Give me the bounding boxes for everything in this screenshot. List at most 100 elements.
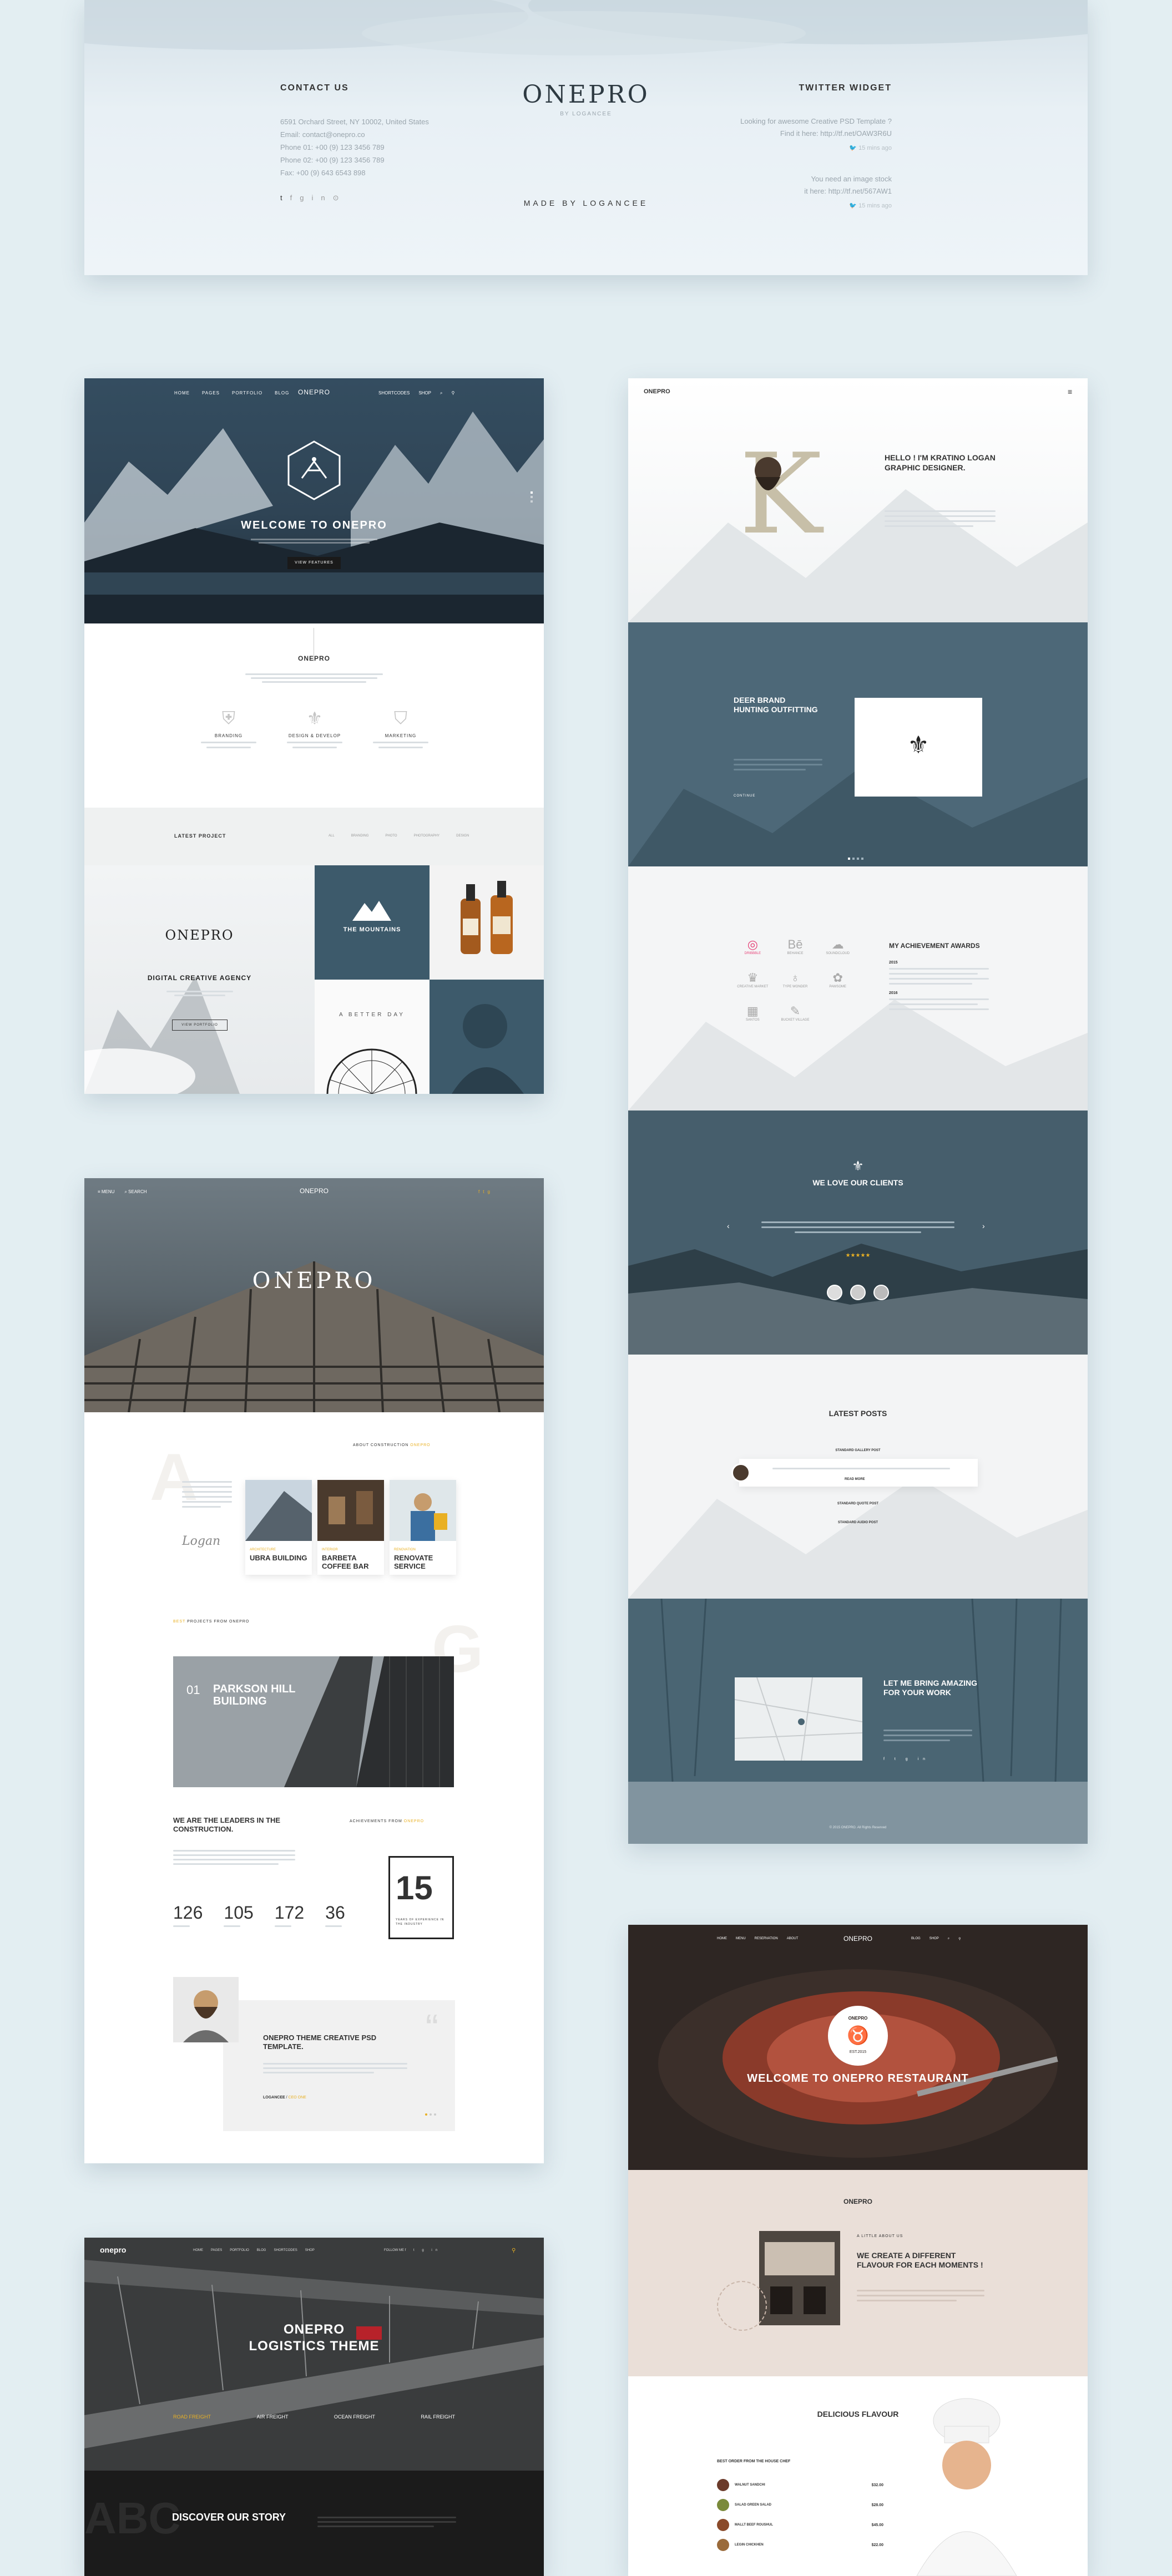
menu-item[interactable]: WALNUT SANDCHI $32.00 (717, 2475, 883, 2495)
tweet-2-link[interactable]: it here: http://tf.net/567AW1 (670, 185, 892, 197)
menu-label[interactable]: MENU (102, 1189, 115, 1194)
client-avatar[interactable] (850, 1285, 866, 1300)
nav-menu[interactable]: MENU (736, 1937, 746, 1940)
next-arrow-icon[interactable]: › (982, 1221, 985, 1230)
filter-photography[interactable]: PHOTOGRAPHY (414, 834, 440, 838)
award-dribbble[interactable]: ◎ DRIBBBLE (731, 937, 774, 955)
restaurant-interior-image[interactable] (759, 2231, 840, 2325)
award-bucket-village[interactable]: ✎ BUCKET VILLAGE (774, 1004, 817, 1022)
nav-shop[interactable]: SHOP (418, 391, 431, 396)
dot[interactable] (852, 858, 855, 860)
cart-icon[interactable]: ⚲ (958, 1937, 961, 1941)
slider-dot[interactable] (531, 491, 533, 494)
feature-marketing[interactable]: ⛉ MARKETING (367, 708, 434, 751)
featured-project[interactable]: 01 PARKSON HILL BUILDING (173, 1656, 454, 1787)
dot[interactable] (425, 2113, 427, 2116)
bottles-tile[interactable] (430, 865, 544, 980)
award-behance[interactable]: Bē BEHANCE (774, 937, 817, 955)
facebook-icon[interactable]: f (478, 1189, 483, 1194)
nav-shortcodes[interactable]: SHORTCODES (274, 2249, 297, 2252)
feature-design[interactable]: ⚜ DESIGN & DEVELOP (281, 708, 348, 751)
contact-email[interactable]: Email: contact@onepro.co (280, 128, 502, 141)
post-card-highlight[interactable]: READ MORE (731, 1459, 978, 1487)
nav-shortcodes[interactable]: SHORTCODES (378, 391, 410, 396)
nav-pages[interactable]: PAGES (202, 391, 220, 395)
search-icon[interactable]: ⌕ (948, 1937, 949, 1941)
dot[interactable] (857, 858, 859, 860)
filter-branding[interactable]: BRANDING (351, 834, 369, 838)
search-icon[interactable]: ⌕ (440, 391, 442, 396)
deer-brand-image[interactable]: ⚜ (855, 698, 982, 797)
deer-link[interactable]: CONTINUE (734, 794, 755, 798)
portrait-tile[interactable] (430, 980, 544, 1094)
filter-design[interactable]: DESIGN (456, 834, 469, 838)
nav-pages[interactable]: PAGES (211, 2249, 222, 2252)
cart-icon[interactable]: ⚲ (512, 2248, 516, 2254)
dot[interactable] (434, 2113, 436, 2116)
facebook-icon[interactable]: f (290, 194, 300, 202)
home-hero-button[interactable]: VIEW FEATURES (287, 557, 341, 569)
menu-icon[interactable]: ≡ (98, 1189, 102, 1194)
logistics-logo[interactable]: onepro (100, 2245, 126, 2254)
slider-dot[interactable] (531, 496, 533, 498)
nav-shop[interactable]: SHOP (305, 2249, 315, 2252)
read-more-link[interactable]: READ MORE (845, 1478, 865, 1481)
restaurant-logo[interactable]: ONEPRO (830, 1935, 886, 1943)
cart-icon[interactable]: ⚲ (451, 391, 454, 396)
filter-all[interactable]: ALL (329, 834, 335, 838)
nav-portfolio[interactable]: PORTFOLIO (232, 391, 262, 395)
post-2-title[interactable]: STANDARD QUOTE POST (628, 1502, 1088, 1505)
award-type-wonder[interactable]: ♁ TYPE WONDER (774, 971, 817, 988)
nav-portfolio[interactable]: PORTFOLIO (230, 2249, 249, 2252)
nav-blog[interactable]: BLOG (911, 1937, 921, 1941)
nav-blog[interactable]: BLOG (257, 2249, 266, 2252)
filter-photo[interactable]: PHOTO (385, 834, 397, 838)
mountains-tile[interactable]: THE MOUNTAINS (315, 865, 430, 980)
nav-home[interactable]: HOME (193, 2249, 203, 2252)
dot[interactable] (848, 858, 850, 860)
nav-reservation[interactable]: RESERVATION (755, 1937, 778, 1940)
menu-item[interactable]: LEGIN CHICKHEN $22.00 (717, 2535, 883, 2555)
agency-tile[interactable]: ONEPRO DIGITAL CREATIVE AGENCY VIEW PORT… (84, 865, 315, 1094)
service-road[interactable]: ROAD FREIGHT (173, 2414, 211, 2420)
project-card-renovate[interactable]: RENOVATION RENOVATE SERVICE (390, 1480, 456, 1575)
arch-logo[interactable]: ONEPRO (286, 1187, 342, 1195)
nav-home[interactable]: HOME (174, 391, 190, 395)
menu-item[interactable]: MALLT BEEF ROUSHUL $45.00 (717, 2515, 883, 2535)
award-soundcloud[interactable]: ☁ SOUNDCLOUD (816, 937, 859, 955)
award-creative-market[interactable]: ♛ CREATIVE MARKET (731, 971, 774, 988)
feature-branding[interactable]: ⛨ BRANDING (195, 708, 262, 751)
slider-dot[interactable] (531, 500, 533, 503)
footer-logo[interactable]: ONEPRO (475, 80, 697, 109)
award-pawsome[interactable]: ✿ PAWSOME (816, 971, 859, 988)
linkedin-icon[interactable]: in (311, 194, 332, 202)
nav-home[interactable]: HOME (717, 1937, 727, 1940)
client-avatar[interactable] (873, 1285, 889, 1300)
twitter-icon[interactable]: t (280, 194, 290, 202)
client-avatar[interactable] (827, 1285, 842, 1300)
home-logo[interactable]: ONEPRO (286, 388, 342, 396)
dot[interactable] (861, 858, 863, 860)
project-card-barbeta[interactable]: INTERIOR BARBETA COFFEE BAR (317, 1480, 384, 1575)
service-air[interactable]: AIR FREIGHT (256, 2414, 288, 2420)
service-ocean[interactable]: OCEAN FREIGHT (334, 2414, 375, 2420)
nav-about[interactable]: ABOUT (787, 1937, 799, 1940)
service-rail[interactable]: RAIL FREIGHT (421, 2414, 455, 2420)
google-icon[interactable]: g (487, 1189, 493, 1194)
tweet-1-link[interactable]: Find it here: http://tf.net/OAW3R6U (670, 128, 892, 140)
project-card-ubra[interactable]: ARCHITECTURE UBRA BUILDING (245, 1480, 312, 1575)
better-day-tile[interactable]: A BETTER DAY (315, 980, 430, 1094)
hamburger-icon[interactable]: ≡ (1068, 387, 1072, 396)
resume-logo[interactable]: ONEPRO (644, 388, 670, 395)
dot[interactable] (430, 2113, 432, 2116)
nav-shop[interactable]: SHOP (929, 1937, 939, 1941)
post-3-title[interactable]: STANDARD AUDIO POST (628, 1521, 1088, 1524)
social-icons[interactable]: f t g in (405, 2249, 441, 2252)
search-label[interactable]: SEARCH (128, 1189, 146, 1194)
post-1-title[interactable]: STANDARD GALLERY POST (628, 1449, 1088, 1452)
google-plus-icon[interactable]: g (300, 194, 311, 202)
award-santos[interactable]: ▦ SANTOS (731, 1004, 774, 1022)
rss-icon[interactable]: ⊙ (333, 194, 347, 202)
social-icons[interactable]: f t g in (883, 1757, 929, 1761)
agency-button[interactable]: VIEW PORTFOLIO (172, 1020, 228, 1031)
